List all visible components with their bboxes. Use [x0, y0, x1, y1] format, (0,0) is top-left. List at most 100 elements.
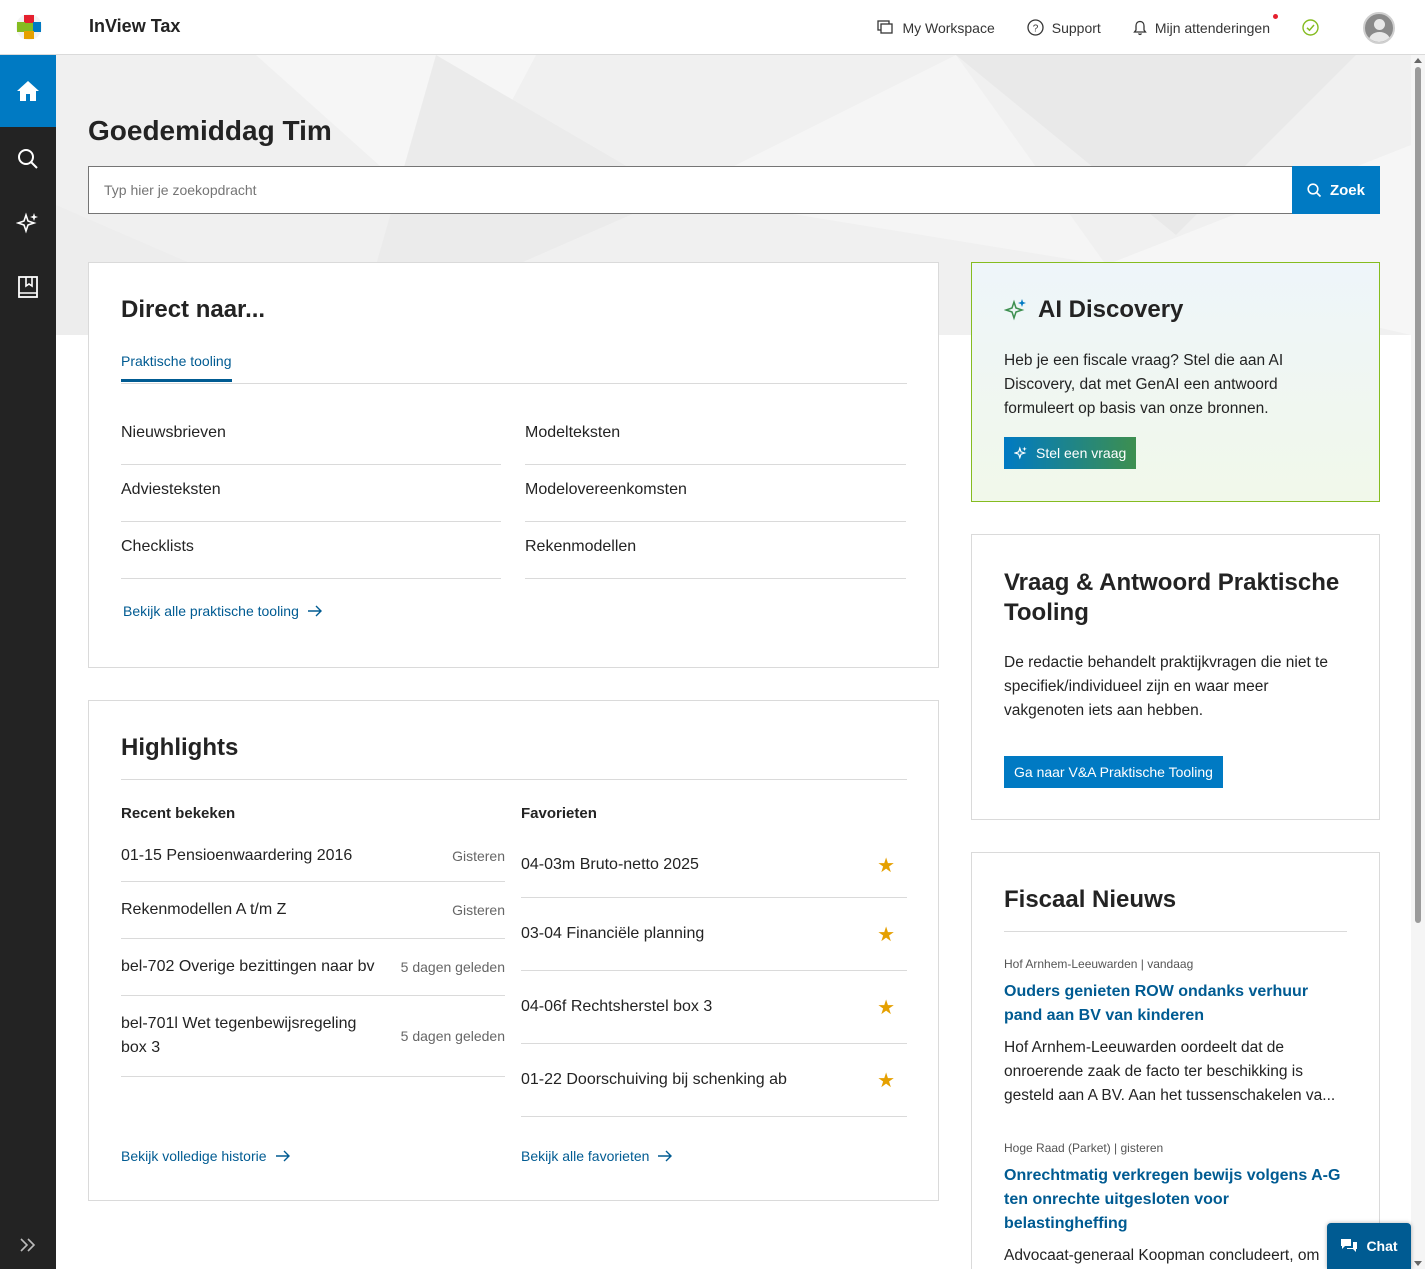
chat-button[interactable]: Chat	[1327, 1223, 1411, 1269]
help-circle-icon: ?	[1027, 19, 1044, 36]
my-workspace-label: My Workspace	[902, 19, 995, 36]
favorite-item[interactable]: 01-22 Doorschuiving bij schenking ab ★	[521, 1044, 907, 1117]
star-icon[interactable]: ★	[877, 995, 895, 1020]
svg-text:?: ?	[1032, 24, 1038, 35]
expand-sidebar-icon[interactable]	[18, 1237, 38, 1253]
ask-question-button[interactable]: Stel een vraag	[1004, 437, 1137, 469]
sidebar-item-home[interactable]	[0, 55, 56, 127]
favorites-title: Favorieten	[521, 805, 597, 822]
recent-item-label: bel-702 Overige bezittingen naar bv	[121, 958, 375, 975]
search-bar: Zoek	[88, 166, 1380, 214]
see-all-tooling-link[interactable]: Bekijk alle praktische tooling	[123, 603, 323, 619]
recent-title: Recent bekeken	[121, 805, 236, 822]
search-icon	[1307, 182, 1322, 197]
home-icon	[17, 81, 39, 101]
history-link[interactable]: Bekijk volledige historie	[121, 1148, 291, 1164]
ai-discovery-title: AI Discovery	[1038, 296, 1184, 323]
star-icon[interactable]: ★	[877, 1068, 895, 1093]
ask-question-label: Stel een vraag	[1036, 445, 1127, 461]
alerts-label-wrap: Mijn attenderingen	[1154, 13, 1278, 36]
book-icon	[18, 276, 38, 298]
sparkle-icon	[1004, 299, 1026, 321]
search-button-label: Zoek	[1329, 181, 1365, 199]
my-workspace-link[interactable]: My Workspace	[877, 19, 995, 36]
vna-title: Vraag & Antwoord Praktische Tooling	[1004, 569, 1340, 626]
divider	[1004, 931, 1347, 932]
news-body: Advocaat-generaal Koopman concludeert, o…	[1004, 1247, 1320, 1264]
news-title-link[interactable]: Ouders genieten ROW ondanks verhuur pand…	[1004, 980, 1349, 1028]
favorite-item[interactable]: 04-06f Rechtsherstel box 3 ★	[521, 971, 907, 1044]
arrow-right-icon	[658, 1150, 673, 1162]
tooling-link[interactable]: Nieuwsbrieven	[121, 408, 501, 465]
status-check-icon[interactable]	[1302, 19, 1319, 36]
news-meta: Hof Arnhem-Leeuwarden | vandaag	[1004, 957, 1194, 971]
favorite-item-label: 04-06f Rechtsherstel box 3	[521, 998, 713, 1015]
recent-item[interactable]: bel-701l Wet tegenbewijsregeling box 3 5…	[121, 996, 505, 1077]
sidebar-item-library[interactable]	[0, 255, 56, 319]
recent-item[interactable]: Rekenmodellen A t/m Z Gisteren	[121, 882, 505, 939]
favorite-item-label: 03-04 Financiële planning	[521, 925, 705, 942]
favorites-link[interactable]: Bekijk alle favorieten	[521, 1148, 673, 1164]
star-icon[interactable]: ★	[877, 922, 895, 947]
tab-praktische-tooling[interactable]: Praktische tooling	[121, 353, 232, 382]
direct-naar-title: Direct naar...	[121, 296, 266, 323]
recent-list: 01-15 Pensioenwaardering 2016 Gisteren R…	[121, 833, 505, 1077]
direct-naar-card: Direct naar... Praktische tooling Nieuws…	[88, 262, 939, 668]
news-body: Hof Arnhem-Leeuwarden oordeelt dat de on…	[1004, 1039, 1336, 1104]
highlights-title: Highlights	[121, 734, 239, 761]
sidebar-item-ai[interactable]	[0, 191, 56, 255]
scroll-up-arrow[interactable]	[1414, 58, 1422, 63]
news-item: Hof Arnhem-Leeuwarden | vandaag Ouders g…	[1004, 957, 1349, 1108]
greeting-title: Goedemiddag Tim	[88, 115, 332, 146]
news-meta: Hoge Raad (Parket) | gisteren	[1004, 1141, 1164, 1155]
notification-dot	[1273, 13, 1278, 19]
see-all-tooling-label: Bekijk alle praktische tooling	[123, 603, 299, 619]
highlights-card: Highlights Recent bekeken Favorieten 01-…	[88, 700, 939, 1201]
recent-item-label: bel-701l Wet tegenbewijsregeling box 3	[121, 1015, 357, 1056]
left-sidebar	[0, 55, 56, 1269]
alerts-link[interactable]: Mijn attenderingen	[1133, 13, 1278, 36]
search-icon	[18, 149, 38, 169]
chat-bubbles-icon	[1341, 1239, 1358, 1252]
direct-tabs: Praktische tooling	[121, 353, 907, 384]
tooling-link[interactable]: Modelovereenkomsten	[525, 465, 906, 522]
tooling-links-right: Modelteksten Modelovereenkomsten Rekenmo…	[525, 408, 906, 579]
support-link[interactable]: ? Support	[1027, 19, 1101, 36]
top-bar: InView Tax My Workspace ? Support Mijn a…	[0, 0, 1425, 55]
recent-item[interactable]: 01-15 Pensioenwaardering 2016 Gisteren	[121, 833, 505, 882]
favorite-item-label: 01-22 Doorschuiving bij schenking ab	[521, 1071, 787, 1088]
wolters-kluwer-logo-icon[interactable]	[15, 13, 43, 41]
favorite-item-label: 04-03m Bruto-netto 2025	[521, 856, 699, 873]
sparkle-icon	[1014, 446, 1027, 460]
scroll-down-arrow[interactable]	[1414, 1261, 1422, 1266]
news-item: Hoge Raad (Parket) | gisteren Onrechtmat…	[1004, 1141, 1349, 1269]
sidebar-item-search[interactable]	[0, 127, 56, 191]
tooling-link[interactable]: Adviesteksten	[121, 465, 501, 522]
favorite-item[interactable]: 03-04 Financiële planning ★	[521, 898, 907, 971]
alerts-label: Mijn attenderingen	[1154, 19, 1270, 36]
tooling-link[interactable]: Checklists	[121, 522, 501, 579]
arrow-right-icon	[275, 1150, 290, 1162]
tooling-link[interactable]: Rekenmodellen	[525, 522, 906, 579]
page-scrollbar[interactable]	[1411, 55, 1425, 1269]
ai-discovery-text: Heb je een fiscale vraag? Stel die aan A…	[1004, 352, 1284, 417]
news-title-link[interactable]: Onrechtmatig verkregen bewijs volgens A-…	[1004, 1164, 1349, 1236]
scroll-thumb[interactable]	[1415, 67, 1421, 923]
vna-button[interactable]: Ga naar V&A Praktische Tooling	[1004, 756, 1223, 788]
recent-item-time: 5 dagen geleden	[400, 1028, 505, 1044]
star-icon[interactable]: ★	[877, 853, 895, 878]
support-label: Support	[1051, 19, 1101, 36]
user-avatar[interactable]	[1363, 11, 1395, 44]
recent-item[interactable]: bel-702 Overige bezittingen naar bv 5 da…	[121, 939, 505, 996]
arrow-right-icon	[307, 605, 322, 617]
brand-title[interactable]: InView Tax	[89, 16, 180, 37]
history-link-label: Bekijk volledige historie	[121, 1148, 267, 1164]
tooling-link[interactable]: Modelteksten	[525, 408, 906, 465]
top-nav: My Workspace ? Support Mijn attenderinge…	[877, 0, 1425, 55]
search-button[interactable]: Zoek	[1292, 166, 1380, 214]
recent-item-time: 5 dagen geleden	[400, 959, 505, 975]
favorites-link-label: Bekijk alle favorieten	[521, 1148, 650, 1164]
divider	[121, 779, 907, 780]
search-input[interactable]	[88, 166, 1292, 214]
favorite-item[interactable]: 04-03m Bruto-netto 2025 ★	[521, 833, 907, 898]
